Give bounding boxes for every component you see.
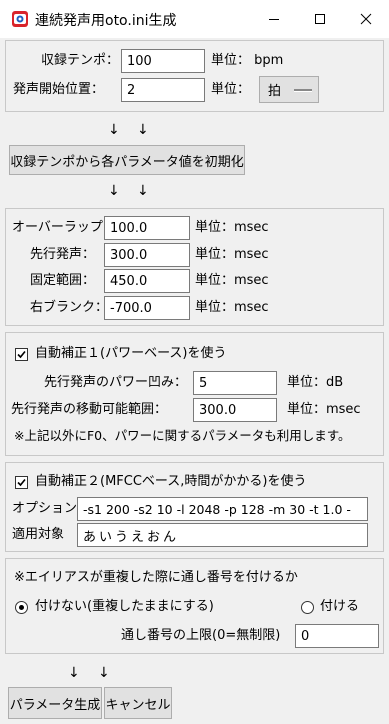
- checkmark-icon: [17, 478, 26, 487]
- start-position-label: 発声開始位置：: [13, 82, 105, 97]
- fixed-range-label: 固定範囲：: [30, 273, 96, 288]
- movable-range-label: 先行発声の移動可能範囲：: [11, 402, 168, 417]
- maximize-button[interactable]: [297, 0, 343, 38]
- maximize-icon: [315, 14, 325, 24]
- down-arrow-icon: ↓: [137, 183, 149, 199]
- down-arrow-icon: ↓: [108, 183, 120, 199]
- option-input[interactable]: [77, 497, 368, 521]
- preutterance-unit-label: 単位：msec: [195, 247, 269, 262]
- auto-correction-1-group: 自動補正１(パワーベース)を使う 先行発声のパワー凹み： 単位：dB 先行発声の…: [5, 332, 384, 456]
- fixed-range-unit-label: 単位：msec: [195, 273, 269, 288]
- fixed-range-input[interactable]: [104, 269, 190, 293]
- preutterance-input[interactable]: [104, 243, 190, 267]
- app-icon: [11, 10, 29, 28]
- auto-correction-1-note: ※上記以外にF0、パワーに関するパラメータも利用します。: [14, 428, 351, 443]
- right-blank-unit-label: 単位：msec: [195, 300, 269, 315]
- tempo-input[interactable]: [121, 49, 205, 73]
- auto-correction-2-group: 自動補正２(MFCCベース,時間がかかる)を使う オプション 適用対象: [5, 462, 384, 552]
- down-arrow-icon: ↓: [68, 665, 80, 681]
- beat-unit-select[interactable]: 拍: [259, 76, 319, 103]
- select-bar-icon: [294, 89, 312, 92]
- overlap-input[interactable]: [104, 216, 190, 240]
- overlap-label: オーバーラップ：: [12, 220, 116, 235]
- movable-range-input[interactable]: [193, 398, 277, 422]
- checkmark-icon: [17, 350, 26, 359]
- number-limit-label: 通し番号の上限(0=無制限): [121, 628, 281, 643]
- start-unit-label: 単位：: [211, 82, 251, 97]
- tempo-unit-label: 単位： bpm: [211, 53, 284, 68]
- power-dip-input[interactable]: [193, 371, 277, 395]
- right-blank-input[interactable]: [104, 296, 190, 320]
- no-numbering-label: 付けない(重複したままにする): [35, 599, 214, 614]
- overlap-unit-label: 単位：msec: [195, 220, 269, 235]
- number-limit-input[interactable]: [295, 624, 379, 648]
- down-arrow-icon: ↓: [98, 665, 110, 681]
- minimize-icon: [269, 19, 279, 20]
- option-label: オプション: [12, 501, 78, 516]
- down-arrow-icon: ↓: [137, 122, 149, 138]
- recording-settings-group: 収録テンポ： 単位： bpm 発声開始位置： 単位： 拍: [5, 40, 384, 112]
- alias-heading: ※エイリアスが重複した際に通し番号を付けるか: [14, 570, 298, 585]
- power-dip-label: 先行発声のパワー凹み：: [44, 375, 188, 390]
- auto-correction-2-label: 自動補正２(MFCCベース,時間がかかる)を使う: [35, 474, 307, 489]
- alias-numbering-group: ※エイリアスが重複した際に通し番号を付けるか 付けない(重複したままにする) 付…: [5, 558, 384, 654]
- auto-correction-1-label: 自動補正１(パワーベース)を使う: [35, 346, 227, 361]
- minimize-button[interactable]: [251, 0, 297, 38]
- beat-unit-value: 拍: [268, 84, 282, 99]
- numbering-label: 付ける: [320, 599, 360, 614]
- title-bar: 連続発声用oto.ini生成: [0, 0, 389, 38]
- cancel-button[interactable]: キャンセル: [104, 687, 172, 719]
- auto-correction-1-checkbox[interactable]: [15, 348, 28, 361]
- close-button[interactable]: [343, 0, 389, 38]
- movable-range-unit-label: 単位：msec: [287, 402, 361, 417]
- target-input[interactable]: [77, 523, 368, 547]
- generate-params-button[interactable]: パラメータ生成: [8, 687, 102, 719]
- target-label: 適用対象: [12, 527, 65, 542]
- down-arrow-icon: ↓: [108, 122, 120, 138]
- no-numbering-radio[interactable]: [15, 601, 28, 614]
- initialize-params-button[interactable]: 収録テンポから各パラメータ値を初期化: [9, 145, 245, 175]
- close-icon: [360, 13, 372, 25]
- power-dip-unit-label: 単位：dB: [287, 375, 344, 390]
- preutterance-label: 先行発声：: [30, 247, 96, 262]
- auto-correction-2-checkbox[interactable]: [15, 476, 28, 489]
- window-title: 連続発声用oto.ini生成: [35, 13, 177, 29]
- right-blank-label: 右ブランク：: [30, 300, 109, 315]
- parameters-group: オーバーラップ： 単位：msec 先行発声： 単位：msec 固定範囲： 単位：…: [5, 208, 384, 326]
- tempo-label: 収録テンポ：: [41, 53, 120, 68]
- start-position-input[interactable]: [121, 78, 205, 102]
- numbering-radio[interactable]: [301, 601, 314, 614]
- radio-selected-icon: [19, 605, 24, 610]
